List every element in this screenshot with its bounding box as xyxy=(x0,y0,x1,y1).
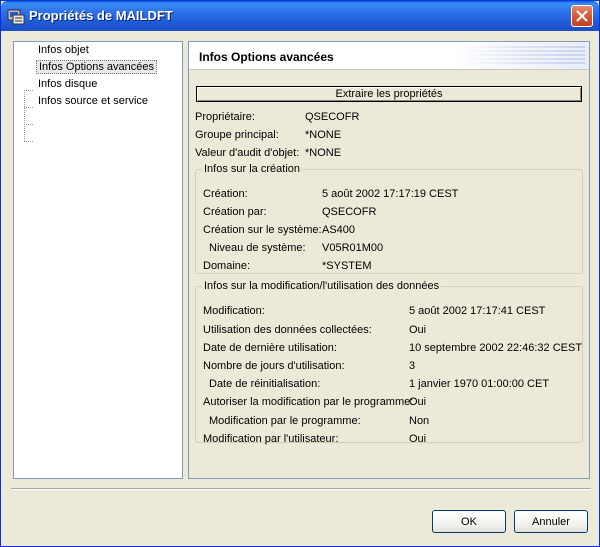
app-properties-icon xyxy=(7,7,25,25)
tree-connector xyxy=(24,124,33,125)
panel-header: Infos Options avancées xyxy=(189,42,589,70)
cancel-button[interactable]: Annuler xyxy=(514,510,588,533)
properties-panel: Infos Options avancées Extraire les prop… xyxy=(188,41,590,479)
program-change-value: Non xyxy=(409,415,430,427)
creation-group-legend: Infos sur la création xyxy=(204,163,300,175)
system-level-value: V05R01M00 xyxy=(322,242,384,254)
created-by-label: Création par: xyxy=(203,206,267,218)
allow-program-change-value: Oui xyxy=(409,396,427,408)
navigation-tree[interactable]: Infos objet Infos Options avancées Infos… xyxy=(13,41,183,479)
owner-value: QSECOFR xyxy=(305,111,360,123)
close-button[interactable] xyxy=(571,5,593,27)
modification-date-label: Modification: xyxy=(203,305,265,317)
tree-item-label: Infos disque xyxy=(38,78,98,90)
reset-date-label: Date de réinitialisation: xyxy=(209,378,321,390)
days-used-value: 3 xyxy=(409,360,416,372)
tree-item-label: Infos objet xyxy=(38,44,89,56)
audit-value: *NONE xyxy=(305,147,342,159)
last-used-date-value: 10 septembre 2002 22:46:32 CEST xyxy=(409,342,583,354)
owner-label: Propriétaire: xyxy=(195,111,255,123)
primary-group-value: *NONE xyxy=(305,129,342,141)
properties-dialog: Propriétés de MAILDFT Infos objet Infos … xyxy=(0,0,600,547)
modification-group-legend: Infos sur la modification/l'utilisation … xyxy=(204,280,440,292)
data-usage-collected-value: Oui xyxy=(409,324,427,336)
primary-group-label: Groupe principal: xyxy=(195,129,279,141)
program-change-label: Modification par le programme: xyxy=(209,415,361,427)
data-usage-collected-label: Utilisation des données collectées: xyxy=(203,324,372,336)
header-decoration xyxy=(465,46,585,66)
reset-date-value: 1 janvier 1970 01:00:00 CET xyxy=(409,378,550,390)
system-level-label: Niveau de système: xyxy=(209,242,306,254)
creation-date-label: Création: xyxy=(203,188,248,200)
domain-label: Domaine: xyxy=(203,260,251,272)
extract-properties-button[interactable]: Extraire les propriétés xyxy=(196,86,582,102)
window-title: Propriétés de MAILDFT xyxy=(29,8,173,23)
allow-program-change-label: Autoriser la modification par le program… xyxy=(203,396,414,408)
close-icon xyxy=(576,10,588,22)
last-used-date-label: Date de dernière utilisation: xyxy=(203,342,337,354)
tree-item-infos-disque[interactable]: Infos disque xyxy=(14,76,99,92)
creation-group: Infos sur la création Création: 5 août 2… xyxy=(195,163,583,274)
creation-date-value: 5 août 2002 17:17:19 CEST xyxy=(322,188,459,200)
title-bar[interactable]: Propriétés de MAILDFT xyxy=(1,1,599,31)
audit-value-label: Valeur d'audit d'objet: xyxy=(195,147,300,159)
tree-item-infos-options-avancees[interactable]: Infos Options avancées xyxy=(14,59,157,75)
tree-item-label: Infos source et service xyxy=(38,95,149,107)
tree-item-infos-objet[interactable]: Infos objet xyxy=(14,42,91,58)
user-change-value: Oui xyxy=(409,433,427,445)
days-used-label: Nombre de jours d'utilisation: xyxy=(203,360,345,372)
created-on-system-value: AS400 xyxy=(322,224,356,236)
modification-group: Infos sur la modification/l'utilisation … xyxy=(195,280,583,445)
tree-item-infos-source-service[interactable]: Infos source et service xyxy=(14,93,150,109)
domain-value: *SYSTEM xyxy=(322,260,372,272)
created-on-system-label: Création sur le système: xyxy=(203,224,322,236)
modification-date-value: 5 août 2002 17:17:41 CEST xyxy=(409,305,546,317)
footer-separator xyxy=(11,488,591,490)
created-by-value: QSECOFR xyxy=(322,206,377,218)
ok-button[interactable]: OK xyxy=(432,510,506,533)
tree-connector xyxy=(24,141,33,142)
panel-title: Infos Options avancées xyxy=(199,50,334,64)
user-change-label: Modification par l'utilisateur: xyxy=(203,433,339,445)
tree-item-label: Infos Options avancées xyxy=(36,60,157,74)
